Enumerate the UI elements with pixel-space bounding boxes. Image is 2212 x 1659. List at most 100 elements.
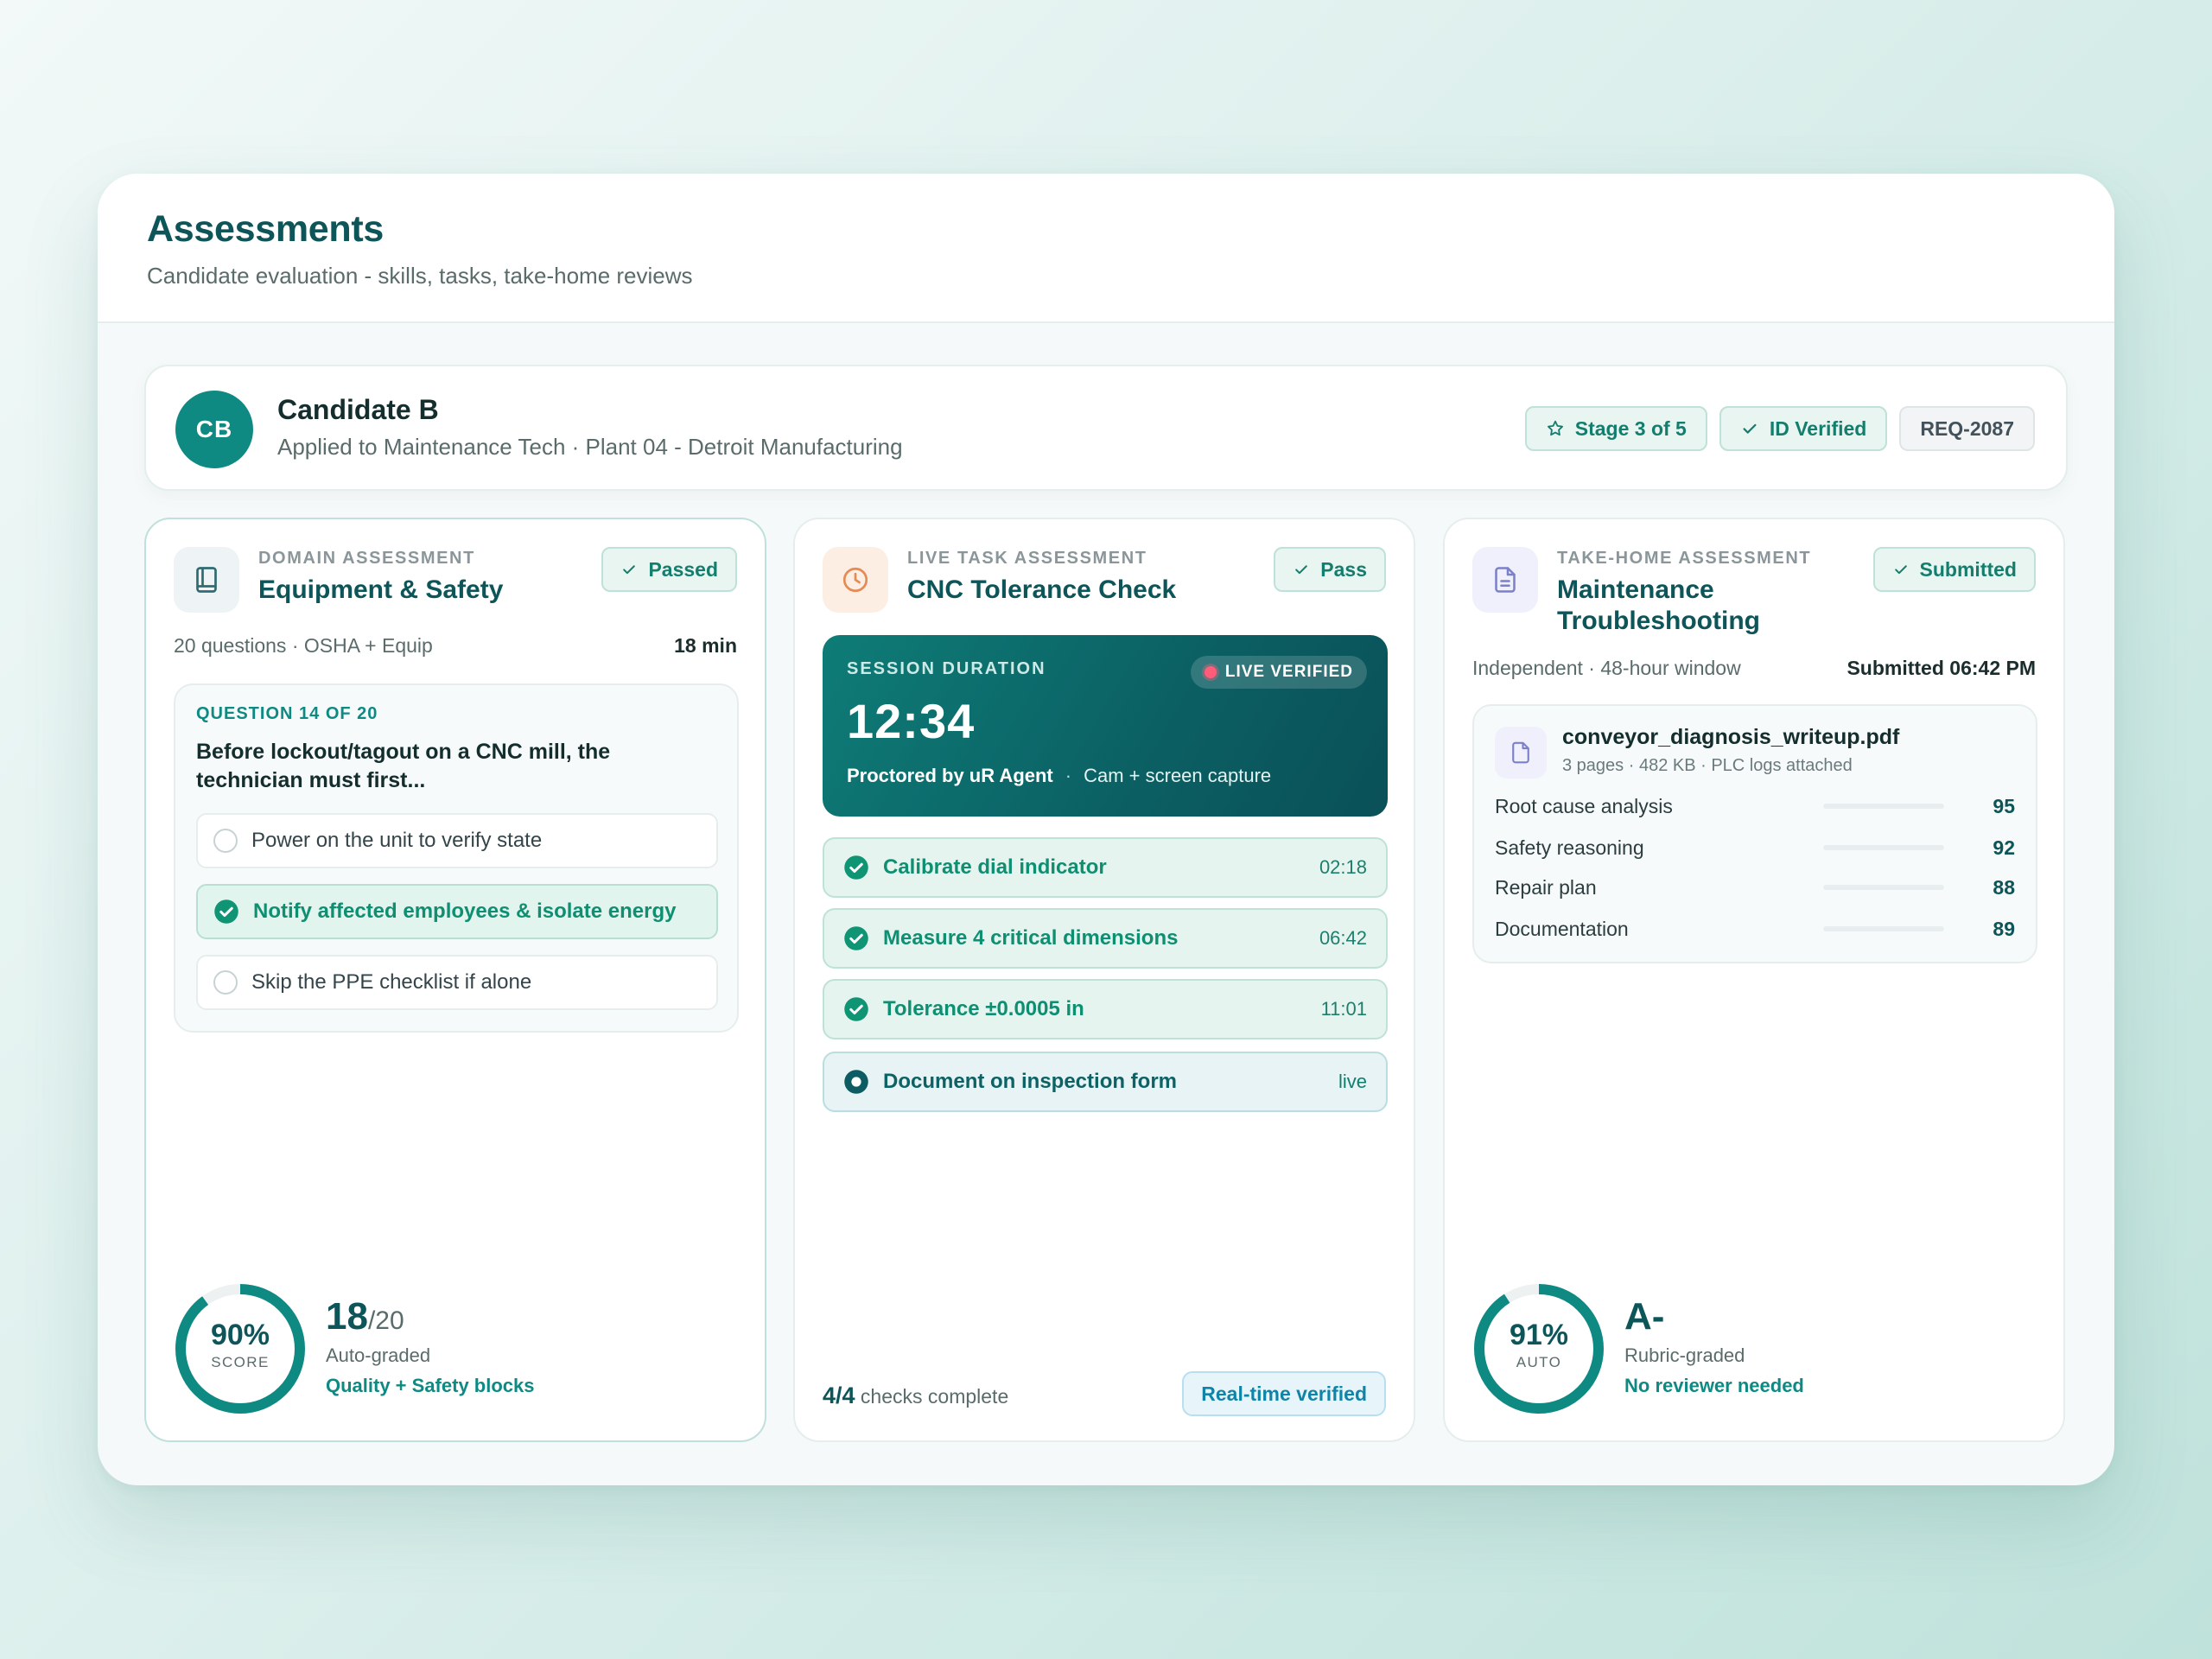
answer-option-correct[interactable]: Notify affected employees & isolate ener…: [196, 884, 718, 939]
task-item[interactable]: Calibrate dial indicator 02:18: [823, 837, 1388, 898]
meta-left: Independent · 48-hour window: [1472, 657, 1741, 679]
candidate-chips: Stage 3 of 5 ID Verified REQ-2087: [1524, 406, 2035, 451]
task-time: live: [1338, 1071, 1367, 1092]
task-label: Calibrate dial indicator: [883, 855, 1107, 879]
rubric-label: Root cause analysis: [1495, 794, 1673, 817]
rubric-score: 89: [1993, 917, 2015, 940]
grade-method: Rubric-graded: [1624, 1344, 1745, 1366]
score-value: 18/20: [326, 1295, 404, 1338]
task-time: 06:42: [1319, 927, 1367, 949]
rubric-bar: [1823, 885, 1944, 890]
checks-count: 4/4: [823, 1382, 855, 1408]
live-verified-label: LIVE VERIFIED: [1224, 663, 1353, 681]
status-badge: Passed: [601, 547, 737, 592]
check-icon: [1295, 565, 1308, 575]
task-item[interactable]: Tolerance ±0.0005 in 11:01: [823, 979, 1388, 1039]
candidate-applied: Applied to Maintenance Tech · Plant 04 -…: [277, 434, 903, 460]
card-kicker: TAKE-HOME ASSESSMENT: [1557, 549, 1812, 568]
card-title: Maintenance Troubleshooting: [1557, 575, 1760, 635]
task-label: Measure 4 critical dimensions: [883, 926, 1179, 950]
question-label: QUESTION 14 OF 20: [196, 704, 378, 723]
file-name[interactable]: conveyor_diagnosis_writeup.pdf: [1562, 725, 1899, 750]
avatar: CB: [175, 391, 253, 468]
rubric-label: Safety reasoning: [1495, 836, 1644, 859]
task-time: 11:01: [1320, 998, 1367, 1020]
page-header: Assessments Candidate evaluation - skill…: [98, 174, 2114, 323]
stage-chip[interactable]: Stage 3 of 5: [1524, 406, 1707, 451]
rubric-label: Documentation: [1495, 917, 1629, 940]
status-label: Passed: [648, 557, 718, 581]
answer-option[interactable]: Skip the PPE checklist if alone: [196, 955, 718, 1010]
radio-icon: [213, 970, 238, 995]
task-item-live[interactable]: Document on inspection form live: [823, 1052, 1388, 1112]
status-label: Submitted: [1919, 557, 2017, 581]
check-icon: [1894, 565, 1907, 575]
rubric-score: 95: [1993, 794, 2015, 817]
id-verified-chip[interactable]: ID Verified: [1719, 406, 1888, 451]
check-circle-icon: [214, 899, 238, 924]
score-method: Auto-graded: [326, 1344, 431, 1366]
live-dot-icon: [1204, 666, 1217, 678]
assessments-window: Assessments Candidate evaluation - skill…: [98, 174, 2114, 1485]
grade-note: No reviewer needed: [1624, 1375, 1804, 1396]
option-label: Power on the unit to verify state: [251, 829, 543, 852]
task-label: Tolerance ±0.0005 in: [883, 997, 1084, 1020]
score-total: /20: [367, 1306, 404, 1335]
score-points: 18: [326, 1295, 368, 1338]
status-badge: Pass: [1274, 547, 1386, 592]
score-ring: 90% SCORE: [174, 1282, 307, 1415]
auto-score-ring: 91% AUTO: [1472, 1282, 1605, 1415]
status-label: Pass: [1320, 557, 1367, 581]
auto-score-label: AUTO: [1516, 1354, 1562, 1370]
checks-summary: 4/4 checks complete: [823, 1382, 1008, 1409]
submission-file-panel[interactable]: conveyor_diagnosis_writeup.pdf 3 pages ·…: [1472, 704, 2037, 963]
page-title: Assessments: [147, 208, 384, 250]
domain-assessment-card[interactable]: DOMAIN ASSESSMENT Equipment & Safety Pas…: [144, 518, 766, 1442]
rubric-bar: [1823, 845, 1944, 850]
candidate-bar: CB Candidate B Applied to Maintenance Te…: [144, 365, 2068, 491]
score-percent: 90%: [210, 1319, 270, 1351]
req-chip[interactable]: REQ-2087: [1899, 406, 2035, 451]
task-item[interactable]: Measure 4 critical dimensions 06:42: [823, 908, 1388, 969]
card-meta: 20 questions · OSHA + Equip 18 min: [174, 634, 737, 658]
rubric-row: Root cause analysis 95: [1495, 792, 2015, 820]
rubric-bar: [1823, 804, 1944, 809]
auto-score-percent: 91%: [1509, 1319, 1569, 1351]
file-meta: 3 pages · 482 KB · PLC logs attached: [1562, 756, 1853, 775]
rubric-row: Safety reasoning 92: [1495, 834, 2015, 861]
meta-submitted: Submitted 06:42 PM: [1847, 657, 2036, 679]
take-home-card[interactable]: TAKE-HOME ASSESSMENT Maintenance Trouble…: [1443, 518, 2065, 1442]
question-panel: QUESTION 14 OF 20 Before lockout/tagout …: [174, 683, 739, 1033]
realtime-verified-chip[interactable]: Real-time verified: [1182, 1371, 1386, 1416]
live-task-card[interactable]: LIVE TASK ASSESSMENT CNC Tolerance Check…: [793, 518, 1415, 1442]
option-label: Notify affected employees & isolate ener…: [253, 899, 677, 923]
file-icon: [1495, 727, 1547, 779]
check-circle-icon: [844, 926, 868, 950]
card-kicker: DOMAIN ASSESSMENT: [258, 549, 475, 568]
clock-icon: [823, 547, 888, 613]
radio-icon: [213, 829, 238, 853]
rubric-bar: [1823, 926, 1944, 931]
session-panel: SESSION DURATION 12:34 Proctored by uR A…: [823, 635, 1388, 817]
checks-text: checks complete: [855, 1385, 1009, 1408]
document-icon: [1472, 547, 1538, 613]
task-time: 02:18: [1319, 856, 1367, 878]
page-subtitle: Candidate evaluation - skills, tasks, ta…: [147, 263, 693, 289]
letter-grade: A-: [1624, 1295, 1665, 1338]
id-verified-label: ID Verified: [1769, 416, 1867, 440]
check-icon: [1743, 423, 1757, 434]
proctor-label: Proctored by uR Agent: [847, 765, 1053, 786]
stage-chip-label: Stage 3 of 5: [1574, 416, 1687, 440]
answer-option[interactable]: Power on the unit to verify state: [196, 813, 718, 868]
session-footer: Proctored by uR Agent · Cam + screen captu…: [847, 765, 1272, 786]
req-label: REQ-2087: [1920, 416, 2014, 440]
meta-left: 20 questions · OSHA + Equip: [174, 634, 433, 657]
live-verified-badge: LIVE VERIFIED: [1190, 656, 1367, 689]
session-time: 12:34: [847, 694, 976, 748]
rubric-score: 88: [1993, 875, 2015, 899]
card-title: Equipment & Safety: [258, 575, 504, 604]
card-meta: Independent · 48-hour window Submitted 0…: [1472, 657, 2036, 680]
meta-duration: 18 min: [674, 634, 737, 657]
rubric-score: 92: [1993, 836, 2015, 859]
task-label: Document on inspection form: [883, 1070, 1178, 1093]
